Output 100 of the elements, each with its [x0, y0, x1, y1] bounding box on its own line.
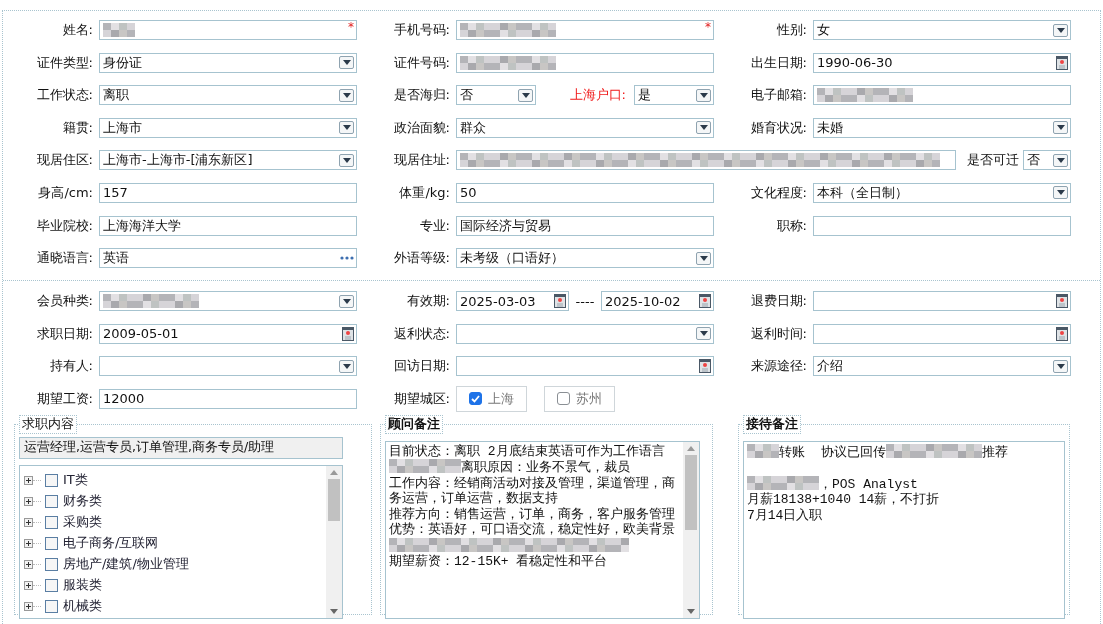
calendar-icon[interactable] [554, 294, 566, 309]
field-label: 姓名: [61, 21, 94, 39]
field-label: 体重/kg: [398, 183, 451, 202]
text-field[interactable] [456, 150, 956, 171]
field-label: 返利时间: [749, 324, 808, 343]
scrollbar[interactable] [683, 441, 699, 618]
text-field[interactable] [456, 52, 714, 73]
checkbox[interactable] [45, 494, 58, 508]
dropdown-field[interactable]: 女 [813, 20, 1071, 40]
more-icon[interactable] [340, 256, 354, 261]
tree-item-label[interactable]: IT类 [63, 471, 88, 490]
text-field[interactable]: * [456, 20, 714, 40]
note-line: 7月14日入职 [747, 507, 824, 524]
dropdown-field[interactable]: 本科（全日制） [813, 182, 1071, 203]
checkbox[interactable] [45, 599, 58, 613]
note-line: 推荐方向：销售运营，订单，商务，客户服务管理 [389, 506, 676, 522]
dropdown-field[interactable]: 上海市 [99, 117, 357, 138]
date-field[interactable]: 2025-03-03 [456, 291, 569, 312]
text-field[interactable]: 上海海洋大学 [99, 215, 357, 236]
checkbox[interactable] [45, 515, 58, 529]
dropdown-field[interactable]: 否 [1023, 150, 1071, 171]
dropdown-field[interactable]: 身份证 [99, 52, 357, 73]
checkbox[interactable] [557, 392, 570, 406]
notes-area[interactable]: 转账 协议已回传 推荐 ，POS Analyst 月薪18138+1040 14薪，不打折 7月14日入职 [743, 440, 1065, 619]
text-field[interactable] [813, 215, 1071, 236]
calendar-icon[interactable] [699, 294, 711, 309]
tree-item-label[interactable]: 电子商务/互联网 [63, 534, 159, 553]
tree-item-label[interactable]: 服装类 [63, 576, 102, 595]
field-label: 现居住址: [392, 151, 451, 170]
note-line: 转账 协议已回传 推荐 [747, 443, 1061, 461]
checkbox-option[interactable]: 苏州 [544, 385, 615, 412]
calendar-icon[interactable] [1056, 55, 1068, 70]
scrollbar-thumb[interactable] [328, 478, 340, 521]
date-field[interactable] [813, 291, 1071, 312]
required-mark: * [705, 20, 711, 34]
field-label: 期望城区: [392, 389, 451, 408]
text-field[interactable]: * [99, 20, 357, 40]
field-label: 返利状态: [392, 324, 451, 343]
expand-icon[interactable] [24, 517, 33, 527]
calendar-icon[interactable] [699, 359, 711, 374]
expand-icon[interactable] [24, 601, 33, 611]
checkbox[interactable] [45, 578, 58, 592]
selected-jobs-field[interactable]: 运营经理,运营专员,订单管理,商务专员/助理 [19, 436, 343, 459]
field-label: 来源途径: [749, 357, 808, 376]
text-field[interactable]: 50 [456, 182, 714, 203]
expand-icon[interactable] [24, 538, 33, 548]
text-field[interactable]: 157 [99, 182, 357, 203]
calendar-icon[interactable] [342, 326, 354, 341]
dropdown-field[interactable]: 群众 [456, 117, 714, 138]
scrollbar[interactable] [326, 465, 342, 618]
dropdown-field[interactable]: 否 [456, 85, 536, 106]
field-label: 回访日期: [392, 357, 451, 376]
dropdown-field[interactable]: 离职 [99, 85, 357, 106]
text-field[interactable]: 国际经济与贸易 [456, 215, 714, 236]
field-label: 文化程度: [749, 183, 808, 202]
dropdown-field[interactable] [99, 356, 357, 377]
dropdown-field[interactable]: 介绍 [813, 356, 1071, 377]
field-label: 外语等级: [392, 249, 451, 268]
checkbox[interactable] [45, 473, 58, 487]
checkbox[interactable] [45, 557, 58, 571]
expand-icon[interactable] [24, 475, 33, 485]
calendar-icon[interactable] [1056, 326, 1068, 341]
scroll-down-icon[interactable] [330, 608, 338, 614]
note-line: 目前状态：离职 2月底结束英语可作为工作语言 [389, 443, 666, 460]
date-field[interactable] [813, 323, 1071, 344]
dropdown-field[interactable]: 未考级（口语好） [456, 248, 714, 269]
lookup-field[interactable]: 英语 [99, 248, 357, 269]
field-label: 婚育状况: [749, 118, 808, 137]
note-line: ，POS Analyst [747, 475, 1061, 493]
date-field[interactable]: 2025-10-02 [601, 291, 714, 312]
field-label: 是否海归: [392, 86, 451, 105]
panel-title: 求职内容 [19, 414, 77, 434]
dropdown-field[interactable] [99, 291, 357, 312]
tree-item-label[interactable]: 房地产/建筑/物业管理 [63, 555, 189, 574]
date-field[interactable]: 1990-06-30 [813, 52, 1071, 73]
text-field[interactable]: 12000 [99, 388, 357, 409]
dropdown-field[interactable]: 是 [634, 85, 714, 106]
notes-area[interactable]: 目前状态：离职 2月底结束英语可作为工作语言 离职原因：业务不景气，裁员 工作内容：经销商活动对接及管理，渠道管理，商务运营，订单运营，数据支持 推荐方向：销售运营，订单，商务，客户服务管理 优势：英语好，可口语交流，稳定性好，欧美背景 期望薪资：12-15K+ 看稳定性和平台 [385, 440, 700, 619]
date-field[interactable]: 2009-05-01 [99, 323, 357, 344]
dropdown-field[interactable] [456, 323, 714, 344]
dropdown-field[interactable]: 上海市-上海市-[浦东新区] [99, 150, 357, 171]
text-field[interactable] [813, 85, 1071, 106]
calendar-icon[interactable] [1056, 294, 1068, 309]
dropdown-field[interactable]: 未婚 [813, 117, 1071, 138]
date-field[interactable] [456, 356, 714, 377]
checkbox[interactable] [45, 536, 58, 550]
scroll-down-icon[interactable] [687, 608, 695, 614]
expand-icon[interactable] [24, 496, 33, 506]
field-label: 电子邮箱: [749, 86, 808, 105]
field-label: 职称: [775, 216, 808, 235]
field-label: 现居住区: [35, 151, 94, 170]
expand-icon[interactable] [24, 580, 33, 590]
checkbox-option[interactable]: 上海 [456, 385, 527, 412]
tree-item-label[interactable]: 机械类 [63, 597, 102, 616]
tree-item-label[interactable]: 财务类 [63, 492, 102, 511]
tree-item-label[interactable]: 采购类 [63, 513, 102, 532]
scrollbar-thumb[interactable] [685, 454, 697, 530]
checkbox[interactable] [469, 392, 482, 406]
field-label: 退费日期: [749, 292, 808, 311]
expand-icon[interactable] [24, 559, 33, 569]
